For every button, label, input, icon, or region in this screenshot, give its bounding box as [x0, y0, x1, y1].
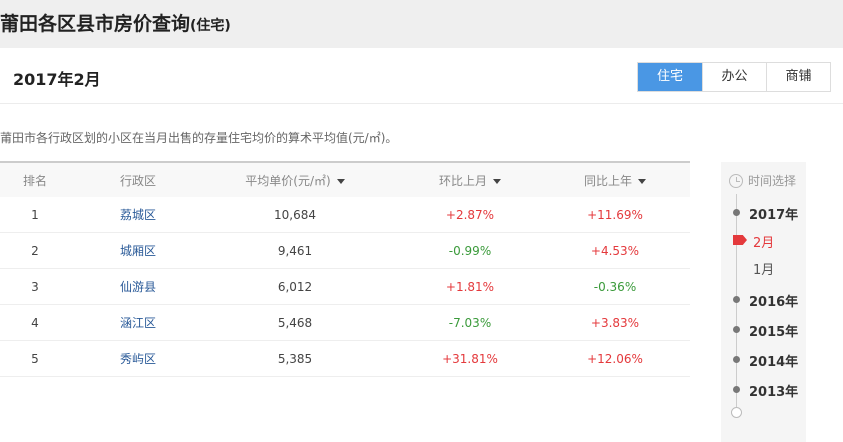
- cell-price: 9,461: [277, 243, 313, 258]
- caret-down-icon: [493, 178, 501, 184]
- cell-mom: +2.87%: [445, 207, 495, 222]
- district-link[interactable]: 秀屿区: [120, 352, 156, 366]
- cell-yoy: -0.36%: [593, 279, 637, 294]
- timeline-dot: [733, 209, 740, 216]
- timeline-dot: [733, 356, 740, 363]
- time-selector-heading: 时间选择: [729, 172, 796, 189]
- header-price-label: 平均单价(元/㎡): [245, 173, 331, 188]
- page-title-subtitle: (住宅): [190, 18, 231, 34]
- timeline-dot: [733, 296, 740, 303]
- timeline-year-2013[interactable]: 2013年: [721, 379, 806, 400]
- timeline-label: 1月: [753, 263, 775, 278]
- timeline-label: 2013年: [749, 385, 799, 400]
- cell-price: 6,012: [277, 279, 313, 294]
- cell-mom: +1.81%: [445, 279, 495, 294]
- header-mom[interactable]: 环比上月: [400, 172, 540, 189]
- timeline-end-circle-icon: [731, 407, 742, 418]
- header-mom-label: 环比上月: [438, 173, 487, 188]
- district-link[interactable]: 城厢区: [120, 244, 156, 258]
- district-link[interactable]: 涵江区: [120, 316, 156, 330]
- district-link[interactable]: 荔城区: [120, 208, 156, 222]
- timeline-month-jan[interactable]: 1月: [721, 257, 806, 278]
- header-bar: 莆田各区县市房价查询(住宅): [0, 0, 843, 48]
- timeline-dot: [733, 326, 740, 333]
- timeline-label: 2月: [753, 236, 775, 251]
- cell-mom: -7.03%: [448, 315, 492, 330]
- cell-yoy: +3.83%: [590, 315, 640, 330]
- header-rank: 排名: [22, 173, 47, 188]
- time-selector: 时间选择 2017年 2月 1月 2016年 2015年 2014年 2013年: [721, 162, 806, 442]
- description: 莆田市各行政区划的小区在当月出售的存量住宅均价的算术平均值(元/㎡)。: [0, 131, 398, 145]
- property-type-tabs: 住宅 办公 商铺: [637, 62, 831, 92]
- selected-flag-icon: [733, 235, 747, 245]
- header-yoy[interactable]: 同比上年: [540, 172, 690, 189]
- timeline-year-2017[interactable]: 2017年: [721, 202, 806, 223]
- cell-price: 5,385: [277, 351, 313, 366]
- timeline-year-2015[interactable]: 2015年: [721, 319, 806, 340]
- timeline-year-2016[interactable]: 2016年: [721, 289, 806, 310]
- timeline-dot: [733, 386, 740, 393]
- period-label: 2017年2月: [13, 70, 101, 89]
- table-row: 1 荔城区 10,684 +2.87% +11.69%: [0, 197, 690, 233]
- tab-office[interactable]: 办公: [702, 63, 766, 91]
- cell-rank: 1: [31, 207, 39, 222]
- timeline-year-2014[interactable]: 2014年: [721, 349, 806, 370]
- caret-down-icon: [638, 178, 646, 184]
- cell-price: 10,684: [274, 207, 316, 222]
- time-selector-label: 时间选择: [748, 174, 797, 188]
- page-title: 莆田各区县市房价查询(住宅): [0, 9, 231, 36]
- table-row: 5 秀屿区 5,385 +31.81% +12.06%: [0, 341, 690, 377]
- timeline-label: 2015年: [749, 325, 799, 340]
- cell-rank: 5: [31, 351, 39, 366]
- table-header: 排名 行政区 平均单价(元/㎡) 环比上月 同比上年: [0, 161, 690, 197]
- header-district: 行政区: [120, 173, 157, 188]
- timeline-month-feb[interactable]: 2月: [721, 230, 806, 251]
- cell-rank: 4: [31, 315, 39, 330]
- tab-shop[interactable]: 商铺: [766, 63, 830, 91]
- timeline-label: 2014年: [749, 355, 799, 370]
- header-price[interactable]: 平均单价(元/㎡): [190, 172, 400, 189]
- cell-yoy: +12.06%: [587, 351, 643, 366]
- table-row: 4 涵江区 5,468 -7.03% +3.83%: [0, 305, 690, 341]
- divider: [0, 103, 843, 104]
- page-title-text: 莆田各区县市房价查询: [0, 13, 191, 35]
- cell-mom: +31.81%: [442, 351, 498, 366]
- cell-yoy: +4.53%: [590, 243, 640, 258]
- table-row: 3 仙游县 6,012 +1.81% -0.36%: [0, 269, 690, 305]
- timeline-label: 2017年: [749, 208, 799, 223]
- cell-rank: 2: [31, 243, 39, 258]
- cell-price: 5,468: [277, 315, 313, 330]
- cell-mom: -0.99%: [448, 243, 492, 258]
- timeline-label: 2016年: [749, 295, 799, 310]
- tab-residential[interactable]: 住宅: [638, 63, 702, 91]
- price-table: 排名 行政区 平均单价(元/㎡) 环比上月 同比上年 1 荔城区 10,684 …: [0, 161, 690, 377]
- header-yoy-label: 同比上年: [583, 173, 632, 188]
- cell-rank: 3: [31, 279, 39, 294]
- clock-icon: [729, 173, 743, 188]
- caret-down-icon: [336, 178, 345, 184]
- district-link[interactable]: 仙游县: [120, 280, 156, 294]
- table-row: 2 城厢区 9,461 -0.99% +4.53%: [0, 233, 690, 269]
- cell-yoy: +11.69%: [587, 207, 643, 222]
